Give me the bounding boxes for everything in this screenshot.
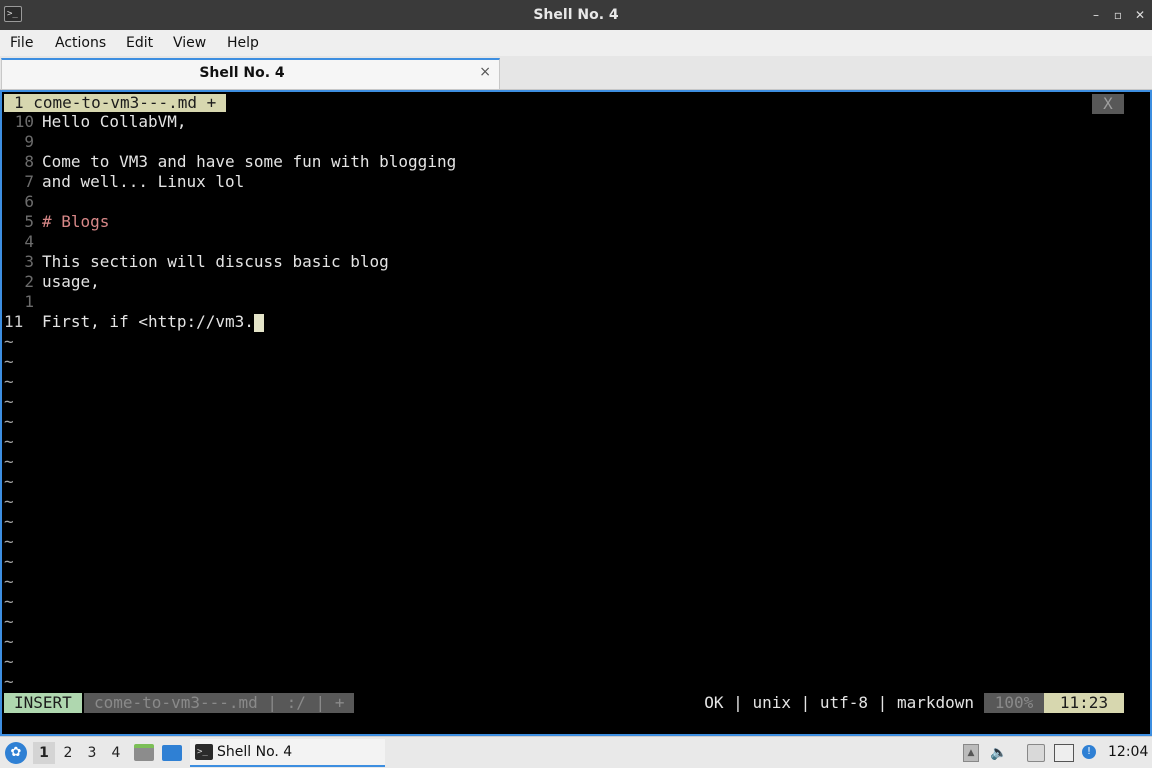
line-text: Come to VM3 and have some fun with blogg… — [42, 152, 456, 172]
line-number: 10 — [14, 112, 34, 131]
maximize-button[interactable]: ▫ — [1110, 7, 1126, 23]
menu-bar: File Actions Edit View Help — [0, 30, 1152, 56]
workspace-3[interactable]: 3 — [81, 742, 103, 764]
line-content: # Blogs — [42, 212, 110, 231]
vim-status-file: come-to-vm3---.md | :/ | + — [84, 693, 355, 713]
tab-close-icon[interactable]: × — [479, 64, 491, 80]
line-number: 8 — [24, 152, 34, 171]
close-button[interactable]: ✕ — [1132, 7, 1148, 23]
taskbar: ✿ 1 2 3 4 >_ Shell No. 4 ▲ 🔈 ! 12:04 — [0, 736, 1152, 768]
empty-line-marker: ~ — [4, 492, 14, 511]
empty-line-marker: ~ — [4, 672, 14, 691]
line-content: Come to VM3 and have some fun with blogg… — [42, 152, 457, 171]
terminal-view[interactable]: 1 come-to-vm3---.md + X 10 Hello CollabVM… — [0, 90, 1152, 736]
empty-line-marker: ~ — [4, 412, 14, 431]
empty-line-marker: ~ — [4, 352, 14, 371]
line-content: This section will discuss basic blog — [42, 252, 389, 271]
update-notifier-icon[interactable]: ! — [1082, 745, 1096, 759]
window-titlebar: >_ Shell No. 4 – ▫ ✕ — [0, 0, 1152, 30]
line-content: First, if <http://vm3. — [42, 312, 254, 331]
vim-statusline: INSERT come-to-vm3---.md | :/ | + OK | u… — [2, 692, 1150, 714]
file-manager-icon[interactable] — [134, 744, 154, 761]
menu-edit[interactable]: Edit — [122, 30, 157, 56]
empty-line-marker: ~ — [4, 532, 14, 551]
vim-buffer-close[interactable]: X — [1092, 94, 1124, 114]
tab-label: Shell No. 4 — [199, 65, 285, 81]
workspace-2[interactable]: 2 — [57, 742, 79, 764]
vim-status-position: 11:23 — [1044, 693, 1124, 713]
line-number: 11 — [4, 312, 24, 331]
vim-mode: INSERT — [4, 693, 82, 713]
line-text: and well... Linux lol — [42, 172, 244, 192]
empty-line-marker: ~ — [4, 512, 14, 531]
vim-status-percent: 100% — [984, 693, 1044, 713]
lxqt-start-icon[interactable]: ✿ — [5, 742, 27, 764]
line-number: 5 — [24, 212, 34, 231]
empty-line-marker: ~ — [4, 432, 14, 451]
empty-line-marker: ~ — [4, 392, 14, 411]
taskbar-task-shell[interactable]: >_ Shell No. 4 — [190, 739, 385, 767]
vim-status-info: OK | unix | utf-8 | markdown — [704, 693, 974, 712]
empty-line-marker: ~ — [4, 612, 14, 631]
line-content: usage, — [42, 272, 100, 291]
expand-tray-icon[interactable]: ▲ — [963, 744, 979, 762]
text-cursor — [253, 313, 264, 332]
line-text: This section will discuss basic blog — [42, 252, 389, 272]
empty-line-marker: ~ — [4, 592, 14, 611]
tab-shell-4[interactable]: Shell No. 4 × — [1, 58, 500, 89]
workspace-1[interactable]: 1 — [33, 742, 55, 764]
tab-bar: Shell No. 4 × — [0, 56, 1152, 90]
line-content: and well... Linux lol — [42, 172, 245, 191]
menu-help[interactable]: Help — [223, 30, 263, 56]
line-text: # Blogs — [42, 212, 109, 232]
window-title: Shell No. 4 — [533, 7, 619, 23]
menu-file[interactable]: File — [6, 30, 37, 56]
empty-line-marker: ~ — [4, 372, 14, 391]
vim-buffer-tab[interactable]: 1 come-to-vm3---.md + — [4, 94, 227, 112]
line-number: 6 — [24, 192, 34, 211]
line-number: 7 — [24, 172, 34, 191]
empty-line-marker: ~ — [4, 332, 14, 351]
network-icon[interactable] — [1054, 744, 1074, 762]
menu-actions[interactable]: Actions — [51, 30, 110, 56]
clipboard-icon[interactable] — [1027, 744, 1045, 762]
empty-line-marker: ~ — [4, 472, 14, 491]
menu-view[interactable]: View — [169, 30, 210, 56]
taskbar-task-label: Shell No. 4 — [217, 744, 293, 760]
empty-line-marker: ~ — [4, 652, 14, 671]
line-text: First, if <http://vm3. — [42, 312, 264, 332]
workspace-4[interactable]: 4 — [105, 742, 127, 764]
empty-line-marker: ~ — [4, 452, 14, 471]
line-number: 2 — [24, 272, 34, 291]
show-desktop-icon[interactable] — [162, 745, 182, 761]
line-number: 4 — [24, 232, 34, 251]
line-number: 3 — [24, 252, 34, 271]
clock[interactable]: 12:04 — [1108, 744, 1148, 760]
volume-icon[interactable]: 🔈 — [990, 744, 1010, 762]
terminal-icon: >_ — [195, 744, 213, 760]
empty-line-marker: ~ — [4, 572, 14, 591]
line-text: usage, — [42, 272, 100, 292]
empty-line-marker: ~ — [4, 552, 14, 571]
line-number: 1 — [24, 292, 34, 311]
line-content: Hello CollabVM, — [42, 112, 187, 131]
empty-line-marker: ~ — [4, 632, 14, 651]
minimize-button[interactable]: – — [1088, 7, 1104, 23]
line-text: Hello CollabVM, — [42, 112, 187, 132]
line-number: 9 — [24, 132, 34, 151]
